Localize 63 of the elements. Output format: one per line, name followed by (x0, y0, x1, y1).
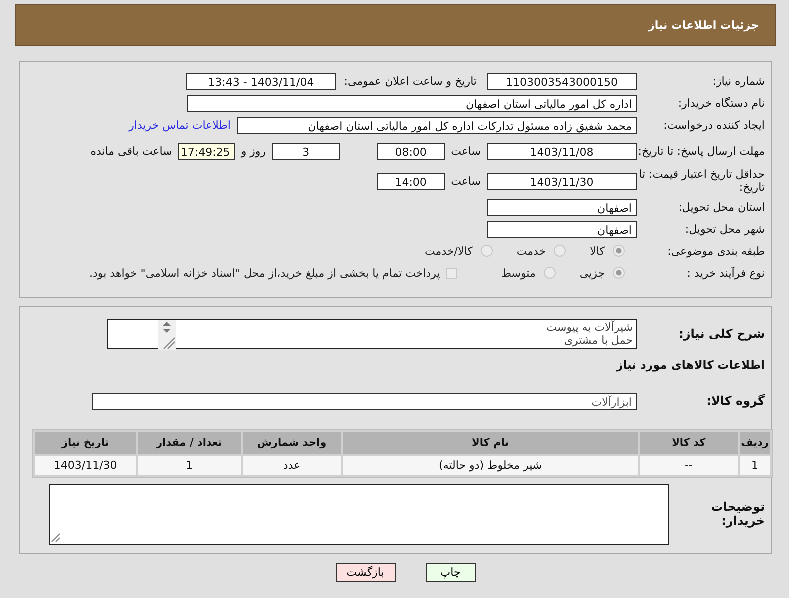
remaining-time-field: 17:49:25 (178, 142, 236, 160)
radio-button[interactable] (544, 267, 556, 279)
buyer-field: اداره کل امور مالیاتی استان اصفهان (187, 94, 637, 112)
field-label: حداقل تاریخ اعتبار قیمت: تا تاریخ: (638, 168, 765, 194)
radio-label: کالا/خدمت (425, 244, 473, 258)
field-label: نام دستگاه خریدار: (677, 96, 765, 110)
checkbox[interactable] (446, 268, 458, 278)
radio-label: کالا (590, 244, 605, 258)
days-field: 3 (272, 142, 340, 160)
buyer-notes-field[interactable] (49, 484, 669, 544)
announce-date-field: 1403/11/04 - 13:43 (186, 72, 336, 90)
resize-grip-icon (51, 532, 61, 542)
field-label: ساعت (451, 144, 481, 158)
radio-button[interactable] (554, 245, 566, 257)
field-label: گروه کالا: (706, 394, 765, 408)
date-field: 1403/11/30 (487, 172, 637, 190)
table-cell: 1 (740, 456, 770, 475)
field-label: روز و (241, 144, 266, 158)
radio-label: جزیی (580, 266, 605, 280)
table-cell: 1403/11/30 (35, 456, 136, 475)
radio-label: خدمت (516, 244, 546, 258)
field-label: توضیحات خریدار: (710, 500, 765, 528)
need-number-field: 1103003543000150 (487, 72, 637, 90)
contact-link[interactable]: اطلاعات تماس خریدار (129, 118, 231, 132)
column-header: کد کالا (640, 432, 738, 454)
field-label: شماره نیاز: (712, 74, 765, 88)
back-button[interactable]: بازگشت (336, 563, 396, 582)
radio-button[interactable] (480, 245, 493, 257)
province-field: اصفهان (487, 198, 637, 216)
description-field: شیرآلات به پیوست حمل با مشتری (107, 319, 637, 349)
column-header: واحد شمارش (242, 432, 342, 454)
field-label: شهر محل تحویل: (684, 222, 765, 236)
time-field: 14:00 (377, 172, 446, 190)
column-header: تعداد / مقدار (138, 432, 241, 454)
column-header: تاریخ نیاز (35, 432, 136, 454)
table-cell: 1 (138, 456, 241, 475)
city-field: اصفهان (487, 220, 637, 238)
field-label: طبقه بندی موضوعی: (666, 244, 765, 258)
table-cell: شیر مخلوط (دو حالته) (343, 456, 638, 475)
time-field: 08:00 (377, 142, 446, 160)
field-label: مهلت ارسال پاسخ: تا تاریخ: (637, 144, 765, 158)
date-field: 1403/11/08 (487, 142, 637, 160)
radio-button[interactable] (613, 245, 625, 257)
scrollbar-icon (158, 320, 176, 350)
field-label: ساعت (451, 174, 481, 188)
table-cell: -- (640, 456, 738, 475)
radio-label: متوسط (501, 266, 536, 280)
print-button[interactable]: چاپ (426, 563, 476, 582)
field-label: ساعت باقی مانده (90, 144, 172, 158)
table-cell: عدد (242, 456, 342, 475)
field-label: تاریخ و ساعت اعلان عمومی: (344, 74, 477, 88)
page-title: جزئیات اطلاعات نیاز (648, 18, 759, 32)
field-label: ایجاد کننده درخواست: (662, 118, 765, 132)
checkbox-label: پرداخت تمام یا بخشی از مبلغ خرید،از محل "اسناد خزانه اسلامی" خواهد بود. (90, 266, 440, 280)
radio-button[interactable] (613, 267, 625, 279)
column-header: نام کالا (343, 432, 638, 454)
goods-group-field: ابزارآلات (92, 392, 637, 410)
field-label: استان محل تحویل: (678, 200, 765, 214)
column-header: ردیف (740, 432, 770, 454)
field-label: شرح کلی نیاز: (678, 327, 765, 341)
field-label: نوع فرآیند خرید : (686, 266, 765, 280)
creator-field: محمد شفیق زاده مسئول تدارکات اداره کل امور مالیاتی استان اصفهان (237, 116, 637, 134)
section-heading: اطلاعات کالاهای مورد نیاز (616, 358, 765, 372)
